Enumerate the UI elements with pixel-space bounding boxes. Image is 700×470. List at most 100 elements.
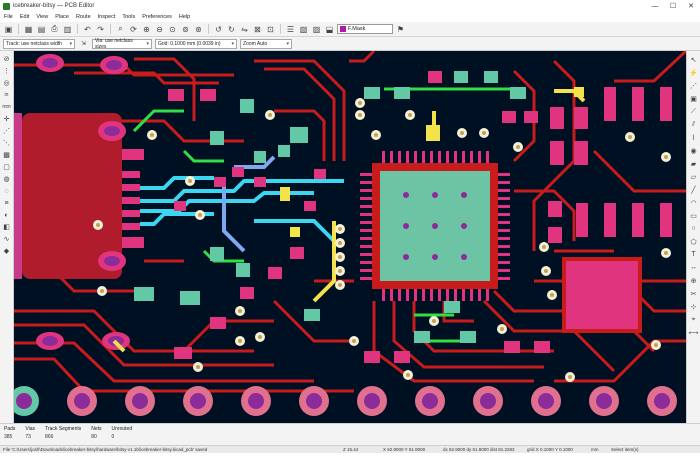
auto-track-width-icon[interactable]: ⇲ (78, 38, 89, 49)
polar-icon[interactable]: ◎ (1, 78, 12, 88)
board-setup-icon[interactable]: ▦ (23, 24, 34, 35)
drc-icon[interactable]: ⚑ (395, 24, 406, 35)
highlight-net-icon[interactable]: ⚡ (688, 67, 699, 78)
undo-icon[interactable]: ↶ (82, 24, 93, 35)
rotate-ccw-icon[interactable]: ↺ (213, 24, 224, 35)
tune-length-icon[interactable]: ⌇ (688, 132, 699, 143)
close-button[interactable]: ✕ (682, 0, 700, 12)
drc-off-icon[interactable]: ⊘ (1, 54, 12, 64)
smd-pad (214, 177, 226, 187)
smd-pad (232, 167, 244, 177)
set-origin-icon[interactable]: ⊹ (688, 301, 699, 312)
fpga-pin (360, 173, 372, 176)
menu-file[interactable]: File (4, 14, 13, 20)
zoom-objects-icon[interactable]: ⊚ (180, 24, 191, 35)
pcb-drawing[interactable] (14, 51, 686, 423)
grid-origin-icon[interactable]: ⌖ (688, 314, 699, 325)
microwave-icon[interactable]: ∿ (1, 234, 12, 244)
footprint-add-icon[interactable]: ▣ (688, 93, 699, 104)
header-pin (531, 386, 561, 416)
flip-icon[interactable]: ⇋ (239, 24, 250, 35)
footprint-editor-icon[interactable]: ▧ (298, 24, 309, 35)
smd-pad (604, 87, 616, 121)
via (355, 110, 365, 120)
menu-place[interactable]: Place (55, 14, 69, 20)
minimize-button[interactable]: — (646, 0, 664, 12)
via-size-value: Via: use netclass sizes (95, 37, 133, 50)
add-polygon-icon[interactable]: ⬠ (688, 236, 699, 247)
add-text-icon[interactable]: T (688, 249, 699, 260)
high-contrast-icon[interactable]: ◐ (1, 210, 12, 220)
zoom-fit-icon[interactable]: ⊙ (167, 24, 178, 35)
local-ratsnest-icon[interactable]: ⋰ (688, 80, 699, 91)
menu-route[interactable]: Route (76, 14, 91, 20)
pad-sketch-icon[interactable]: ◍ (1, 174, 12, 184)
unlock-icon[interactable]: ⊡ (265, 24, 276, 35)
zoom-in-icon[interactable]: ⊕ (141, 24, 152, 35)
menu-inspect[interactable]: Inspect (98, 14, 116, 20)
cursor-icon[interactable]: ✛ (1, 114, 12, 124)
add-arc-icon[interactable]: ◠ (688, 197, 699, 208)
zone-fill-icon[interactable]: ▩ (1, 150, 12, 160)
lock-icon[interactable]: ⊠ (252, 24, 263, 35)
menu-view[interactable]: View (36, 14, 48, 20)
measure-icon[interactable]: ⟷ (688, 327, 699, 338)
menu-preferences[interactable]: Preferences (142, 14, 172, 20)
zoom-out-icon[interactable]: ⊖ (154, 24, 165, 35)
fpga-pin (422, 289, 425, 301)
grid-icon[interactable]: ⋮ (1, 66, 12, 76)
print-icon[interactable]: ⎙ (49, 24, 60, 35)
add-via-icon[interactable]: ◉ (688, 145, 699, 156)
via (547, 290, 557, 300)
footprint-browser-icon[interactable]: ▨ (311, 24, 322, 35)
ratsnest-icon[interactable]: ⋰ (1, 126, 12, 136)
pcb-canvas[interactable] (14, 51, 686, 423)
delete-icon[interactable]: ✂ (688, 288, 699, 299)
search-icon[interactable]: ⌕ (115, 24, 126, 35)
zoom-selection-icon[interactable]: ⊛ (193, 24, 204, 35)
zone-outline-icon[interactable]: ▢ (1, 162, 12, 172)
refresh-icon[interactable]: ⟳ (128, 24, 139, 35)
plot-icon[interactable]: ▥ (62, 24, 73, 35)
smd-pad (314, 169, 326, 179)
add-keepout-icon[interactable]: ▱ (688, 171, 699, 182)
add-graphic-line-icon[interactable]: ╱ (688, 184, 699, 195)
update-pcb-icon[interactable]: ⬓ (324, 24, 335, 35)
add-target-icon[interactable]: ⊕ (688, 275, 699, 286)
layers-manager-icon[interactable]: ◧ (1, 222, 12, 232)
rotate-cw-icon[interactable]: ↻ (226, 24, 237, 35)
smd-pad (200, 89, 216, 101)
mm-icon[interactable]: mm (1, 102, 12, 112)
zoom-select[interactable]: Zoom Auto ▾ (240, 38, 292, 49)
add-rectangle-icon[interactable]: ▭ (688, 210, 699, 221)
redo-icon[interactable]: ↷ (95, 24, 106, 35)
active-layer-select[interactable]: F.Mask (337, 24, 393, 34)
add-circle-icon[interactable]: ○ (688, 223, 699, 234)
via-sketch-icon[interactable]: ◌ (1, 186, 12, 196)
add-dimension-icon[interactable]: ↔ (688, 262, 699, 273)
grid-select[interactable]: Grid: 0.1000 mm (0.0039 in) ▾ (155, 38, 237, 49)
menu-edit[interactable]: Edit (20, 14, 29, 20)
netlist-icon[interactable]: ☰ (285, 24, 296, 35)
menu-tools[interactable]: Tools (122, 14, 135, 20)
smd-pad (364, 87, 380, 99)
nets-label: Nets (91, 426, 102, 432)
smd-pad (210, 247, 224, 261)
track-sketch-icon[interactable]: ≡ (1, 198, 12, 208)
python-icon[interactable]: ◆ (1, 246, 12, 256)
page-settings-icon[interactable]: ▤ (36, 24, 47, 35)
via-size-select[interactable]: Via: use netclass sizes ▾ (92, 37, 152, 50)
local-ratsnest-icon[interactable]: ⋱ (1, 138, 12, 148)
save-icon[interactable]: ▣ (3, 24, 14, 35)
menu-help[interactable]: Help (179, 14, 190, 20)
smd-pad (268, 267, 282, 279)
select-icon[interactable]: ↖ (688, 54, 699, 65)
add-zone-icon[interactable]: ▰ (688, 158, 699, 169)
inch-icon[interactable]: in (1, 90, 12, 100)
route-track-icon[interactable]: ⟋ (688, 106, 699, 117)
maximize-button[interactable]: ☐ (664, 0, 682, 12)
smd-pad (534, 341, 550, 353)
track-width-select[interactable]: Track: use netclass width ▾ (3, 38, 75, 49)
header-pin (299, 386, 329, 416)
route-diff-pair-icon[interactable]: ⫽ (688, 119, 699, 130)
